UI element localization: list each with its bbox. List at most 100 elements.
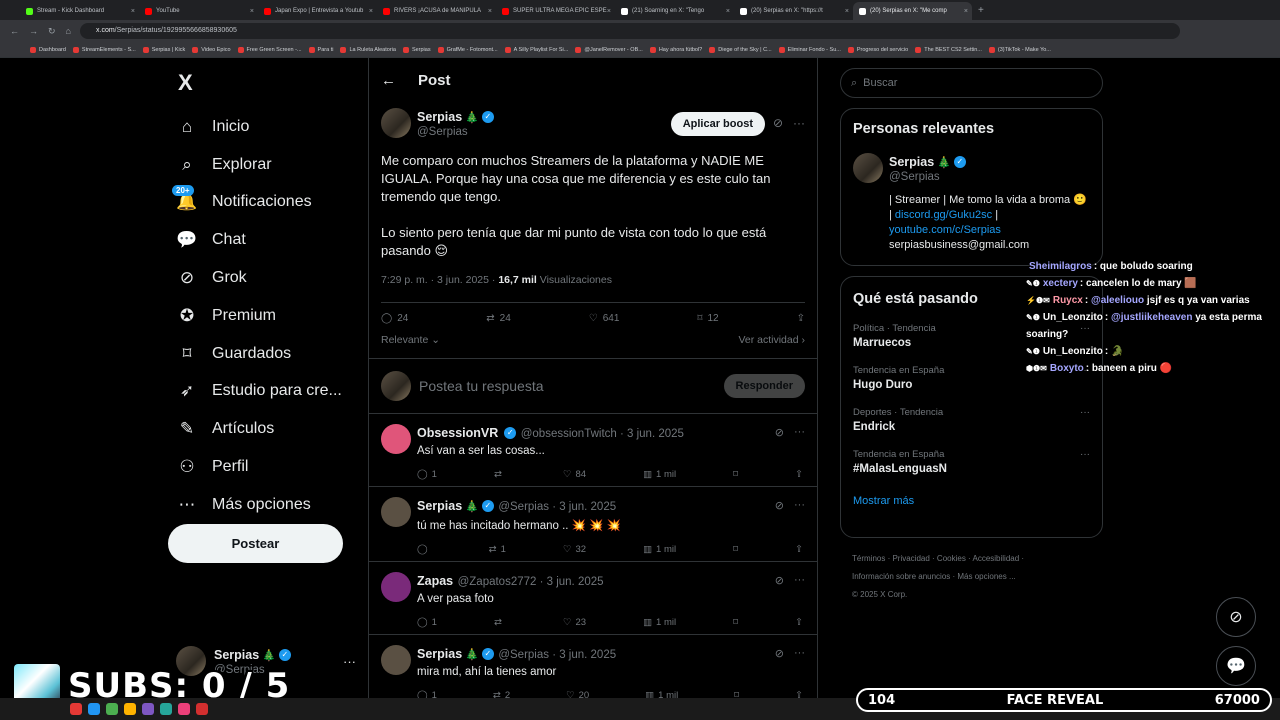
browser-tab[interactable]: SUPER ULTRA MEGA EPIC ESPE ×: [496, 2, 615, 20]
bookmark-item[interactable]: (3)TikTok - Make Yo...: [988, 46, 1051, 53]
grok-icon[interactable]: ⊘: [773, 116, 783, 130]
home-nav-icon[interactable]: ⌂: [66, 26, 71, 36]
sort-dropdown[interactable]: Relevante ⌄: [381, 334, 440, 346]
bookmark-icon[interactable]: ⌑: [733, 544, 738, 555]
relevant-handle[interactable]: @Serpias: [889, 171, 1090, 183]
post-button[interactable]: Postear: [168, 524, 343, 563]
app-icon[interactable]: [178, 703, 190, 715]
view-activity-link[interactable]: Ver actividad ›: [738, 334, 805, 346]
bookmark-item[interactable]: The BEST CS2 Settin...: [915, 46, 982, 53]
sidebar-item-perfil[interactable]: ⚇ Perfil: [176, 448, 342, 486]
browser-tab[interactable]: (20) Serpias en X: "Me comp ×: [853, 2, 972, 20]
more-icon[interactable]: ···: [1080, 407, 1090, 418]
repost-action[interactable]: ⇄ 24: [486, 313, 511, 324]
close-icon[interactable]: ×: [845, 8, 849, 15]
avatar[interactable]: [381, 572, 411, 602]
like-action[interactable]: ♡ 23: [563, 617, 586, 628]
more-icon[interactable]: ···: [794, 426, 805, 439]
browser-tab[interactable]: RIVERS ¡ACUSA de MANIPULA ×: [377, 2, 496, 20]
like-action[interactable]: ♡ 20: [566, 690, 589, 698]
bookmark-item[interactable]: Para ti: [308, 46, 333, 53]
relevant-name[interactable]: Serpias: [889, 155, 934, 169]
bookmark-item[interactable]: La Ruleta Aleatoria: [340, 46, 396, 53]
sidebar-item-artículos[interactable]: ✎ Artículos: [176, 410, 342, 448]
app-icon[interactable]: [196, 703, 208, 715]
repost-action[interactable]: ⇄ 1: [489, 544, 506, 555]
browser-tab[interactable]: Stream - Kick Dashboard ×: [20, 2, 139, 20]
show-more-link[interactable]: Mostrar más: [853, 495, 1090, 507]
x-logo[interactable]: X: [178, 70, 193, 96]
share-icon[interactable]: ⇪: [795, 544, 803, 555]
views-action[interactable]: ▥ 1 mil: [643, 469, 676, 480]
sidebar-item-estudio-para-cre-[interactable]: ➶ Estudio para cre...: [176, 373, 342, 411]
search-input[interactable]: ⌕ Buscar: [840, 68, 1103, 98]
sidebar-item-explorar[interactable]: ⌕ Explorar: [176, 146, 342, 184]
messages-fab-icon[interactable]: 💬: [1216, 646, 1256, 686]
like-action[interactable]: ♡ 32: [563, 544, 586, 555]
comment[interactable]: Zapas @Zapatos2772 · 3 jun. 2025 A ver pa…: [369, 562, 817, 635]
comment[interactable]: ObsessionVR ✓ @obsessionTwitch · 3 jun. 2…: [369, 414, 817, 487]
reply-action[interactable]: ◯ 1: [417, 469, 437, 480]
share-icon[interactable]: ⇪: [797, 313, 805, 324]
reply-action[interactable]: ◯ 1: [417, 690, 437, 698]
views-action[interactable]: ▥ 1 mil: [643, 617, 676, 628]
grok-icon[interactable]: ⊘: [775, 426, 784, 439]
browser-tab[interactable]: (21) Soarning en X: "Tengo ×: [615, 2, 734, 20]
new-tab-icon[interactable]: +: [978, 5, 984, 16]
bookmark-icon[interactable]: ⌑: [733, 617, 738, 628]
bookmark-item[interactable]: Serpias | Kick: [142, 46, 185, 53]
reply-input[interactable]: Postea tu respuesta: [419, 378, 724, 394]
comment-author[interactable]: Zapas: [417, 574, 453, 588]
app-icon[interactable]: [106, 703, 118, 715]
trend-item[interactable]: Tendencia en España #MalasLenguasN ···: [853, 449, 1090, 475]
comment[interactable]: Serpias 🎄 ✓ @Serpias · 3 jun. 2025 tú me ha…: [369, 487, 817, 562]
grok-icon[interactable]: ⊘: [775, 499, 784, 512]
post-author-handle[interactable]: @Serpias: [417, 126, 494, 138]
sidebar-item-premium[interactable]: ✪ Premium: [176, 297, 342, 335]
bookmark-action[interactable]: ⌑ 12: [697, 313, 718, 324]
browser-tab[interactable]: YouTube ×: [139, 2, 258, 20]
discord-link[interactable]: discord.gg/Guku2sc: [895, 209, 992, 221]
repost-action[interactable]: ⇄: [494, 469, 506, 480]
app-icon[interactable]: [160, 703, 172, 715]
close-icon[interactable]: ×: [726, 8, 730, 15]
avatar[interactable]: [381, 497, 411, 527]
browser-tab[interactable]: (20) Serpias en X: "https://t ×: [734, 2, 853, 20]
bookmark-item[interactable]: Serpias: [402, 46, 431, 53]
like-action[interactable]: ♡ 641: [589, 313, 620, 324]
reply-action[interactable]: ◯: [417, 544, 432, 555]
browser-tab[interactable]: Japan Expo | Entrevista a Youtub ×: [258, 2, 377, 20]
boost-button[interactable]: Aplicar boost: [670, 112, 765, 136]
footer-line-2[interactable]: Información sobre anuncios · Más opcione…: [852, 568, 1103, 586]
more-icon[interactable]: ···: [794, 499, 805, 512]
share-icon[interactable]: ⇪: [795, 690, 803, 698]
footer-line-1[interactable]: Términos · Privacidad · Cookies · Accesi…: [852, 550, 1103, 568]
grok-icon[interactable]: ⊘: [775, 574, 784, 587]
app-icon[interactable]: [88, 703, 100, 715]
app-icon[interactable]: [124, 703, 136, 715]
more-icon[interactable]: ···: [794, 647, 805, 660]
more-icon[interactable]: ···: [343, 654, 356, 669]
like-action[interactable]: ♡ 84: [563, 469, 586, 480]
back-nav-icon[interactable]: ←: [10, 26, 19, 36]
sidebar-item-guardados[interactable]: ⌑ Guardados: [176, 335, 342, 373]
avatar[interactable]: [381, 645, 411, 675]
close-icon[interactable]: ×: [607, 8, 611, 15]
grok-icon[interactable]: ⊘: [775, 647, 784, 660]
share-icon[interactable]: ⇪: [795, 469, 803, 480]
bookmark-item[interactable]: Dashboard: [30, 46, 66, 53]
comment-author[interactable]: Serpias: [417, 499, 462, 513]
more-icon[interactable]: ···: [793, 116, 805, 130]
bookmark-item[interactable]: StreamElements - S...: [72, 46, 136, 53]
bookmark-item[interactable]: GrafMe - Fotomont...: [437, 46, 498, 53]
close-icon[interactable]: ×: [250, 8, 254, 15]
trend-item[interactable]: Deportes · Tendencia Endrick ···: [853, 407, 1090, 433]
comment-author[interactable]: Serpias: [417, 647, 462, 661]
bookmark-item[interactable]: Eliminar Fondo - Su...: [778, 46, 841, 53]
repost-action[interactable]: ⇄: [494, 617, 506, 628]
forward-nav-icon[interactable]: →: [29, 26, 38, 36]
youtube-link[interactable]: youtube.com/c/Serpias: [889, 224, 1001, 236]
more-icon[interactable]: ···: [794, 574, 805, 587]
bookmark-item[interactable]: Diege of the Sky | C...: [709, 46, 772, 53]
url-field[interactable]: x.com/Serpias/status/1929955666858930605: [80, 23, 1180, 39]
